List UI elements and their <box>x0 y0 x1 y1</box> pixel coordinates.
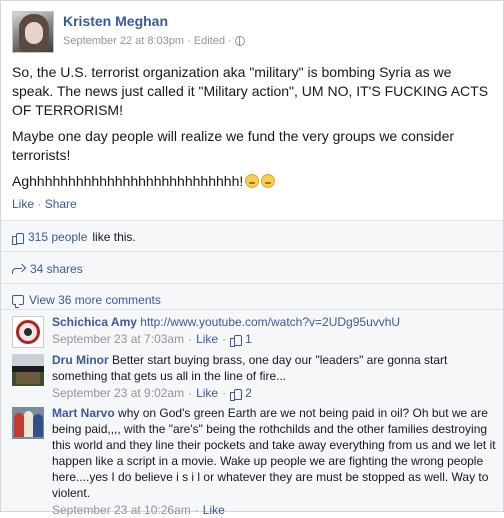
share-icon <box>12 264 25 274</box>
view-more-row: View 36 more comments <box>12 293 161 308</box>
likes-row: 315 people like this. <box>12 230 136 245</box>
post-paragraph: So, the U.S. terrorist organization aka … <box>12 64 489 118</box>
post-paragraph: Aghhhhhhhhhhhhhhhhhhhhhhhhhhh! <box>12 172 496 191</box>
comment-link[interactable]: http://www.youtube.com/watch?v=2UDg95uvv… <box>140 315 400 329</box>
comment-meta: September 23 at 9:02am · Like · 2 <box>52 385 252 401</box>
commenter-avatar[interactable] <box>12 354 44 386</box>
post-body: So, the U.S. terrorist organization aka … <box>12 63 496 198</box>
likes-count[interactable]: 315 people <box>28 230 87 244</box>
commenter-name[interactable]: Dru Minor <box>52 353 109 367</box>
view-more-comments[interactable]: View 36 more comments <box>29 293 161 307</box>
comment-timestamp[interactable]: September 23 at 7:03am <box>52 331 184 347</box>
shares-row: 34 shares <box>12 262 83 276</box>
post-paragraph: Maybe one day people will realize we fun… <box>12 128 455 163</box>
comment-timestamp[interactable]: September 23 at 10:26am <box>52 502 191 518</box>
post-actions: Like · Share <box>12 197 77 211</box>
comment-text: why on God's green Earth are we not bein… <box>52 406 496 500</box>
post-edited[interactable]: Edited <box>194 35 225 47</box>
comment-like-link[interactable]: Like <box>196 331 218 347</box>
post-meta: September 22 at 8:03pm · Edited · <box>63 35 245 47</box>
author-name[interactable]: Kristen Meghan <box>63 13 168 29</box>
comment-text: Better start buying brass, one day our "… <box>52 353 448 383</box>
comment-icon <box>12 295 24 308</box>
commenter-name[interactable]: Schichica Amy <box>52 315 137 329</box>
commenter-avatar[interactable] <box>12 316 44 348</box>
commenter-name[interactable]: Mart Narvo <box>52 406 115 420</box>
like-icon <box>12 232 24 245</box>
like-icon <box>230 388 243 401</box>
like-icon <box>230 334 243 347</box>
post-date[interactable]: September 22 at 8:03pm <box>63 35 184 47</box>
ufi-panel: 315 people like this. 34 shares View 36 … <box>0 220 504 517</box>
author-avatar[interactable] <box>12 11 54 53</box>
comment-meta: September 23 at 7:03am · Like · 1 <box>52 331 252 347</box>
comment-timestamp[interactable]: September 23 at 9:02am <box>52 385 184 401</box>
shares-count[interactable]: 34 shares <box>30 262 83 276</box>
globe-icon[interactable] <box>234 36 245 46</box>
likes-suffix: like this. <box>92 230 136 244</box>
like-link[interactable]: Like <box>12 197 34 211</box>
comment-like-count[interactable]: 2 <box>245 385 252 401</box>
commenter-avatar[interactable] <box>12 407 44 439</box>
post: Kristen Meghan September 22 at 8:03pm · … <box>0 0 504 225</box>
emoji-icon <box>261 174 276 188</box>
comment-meta: September 23 at 10:26am · Like <box>52 502 225 518</box>
comment-like-link[interactable]: Like <box>196 385 218 401</box>
comment-like-link[interactable]: Like <box>203 502 225 518</box>
share-link[interactable]: Share <box>45 197 77 211</box>
emoji-icon <box>245 174 260 188</box>
comment-like-count[interactable]: 1 <box>245 331 252 347</box>
